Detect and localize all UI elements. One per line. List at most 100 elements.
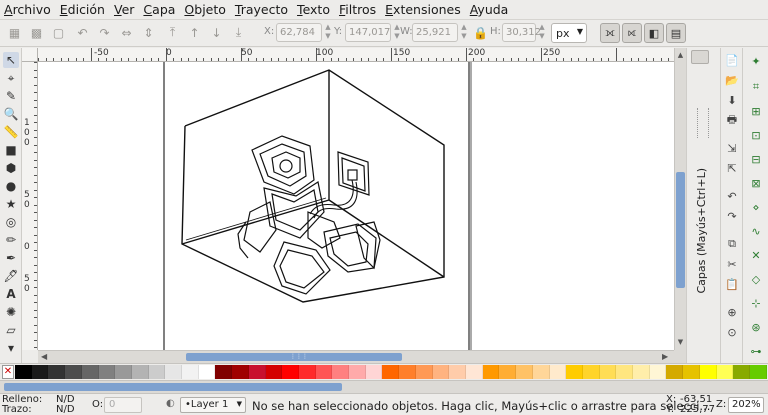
export-icon[interactable]: ⇱ [724, 160, 740, 176]
palette-swatch[interactable] [232, 365, 249, 379]
cut-icon[interactable]: ✂ [724, 256, 740, 272]
palette-swatch[interactable] [699, 365, 717, 379]
zoom-selection-icon[interactable]: ⊕ [724, 304, 740, 320]
pen-tool-icon[interactable]: ✒ [3, 250, 19, 266]
zoom-drawing-icon[interactable]: ⊙ [724, 324, 740, 340]
menu-capa[interactable]: Capa [143, 2, 175, 17]
palette-swatch[interactable] [165, 365, 183, 379]
move-gradients-icon[interactable]: ◧ [644, 23, 664, 43]
snap-centers-icon[interactable]: ⊛ [747, 318, 765, 336]
snap-toggle-icon[interactable]: ✦ [747, 52, 765, 70]
vertical-ruler[interactable]: 1 0 0 5 0 0 5 0 [22, 62, 38, 350]
palette-swatch[interactable] [215, 365, 233, 379]
measure-tool-icon[interactable]: 📏 [3, 124, 19, 140]
calligraphy-tool-icon[interactable]: 🖋 [3, 268, 19, 284]
3dbox-tool-icon[interactable]: ⬢ [3, 160, 19, 176]
palette-swatch[interactable] [616, 365, 634, 379]
print-icon[interactable]: 🖶 [724, 112, 740, 128]
scroll-down-icon[interactable]: ▼ [676, 338, 685, 346]
drawing-canvas[interactable] [38, 62, 674, 350]
dock-collapse-button[interactable] [691, 50, 709, 64]
vertical-scroll-thumb[interactable] [676, 172, 685, 288]
bucket-tool-icon[interactable]: ▾ [3, 340, 19, 356]
palette-swatch[interactable] [48, 365, 66, 379]
palette-swatch[interactable] [749, 365, 767, 379]
palette-swatch[interactable] [382, 365, 400, 379]
snap-intersections-icon[interactable]: ✕ [747, 246, 765, 264]
zoom-field[interactable]: 202% [728, 397, 764, 413]
palette-swatch[interactable] [649, 365, 667, 379]
move-patterns-icon[interactable]: ▤ [666, 23, 686, 43]
text-tool-icon[interactable]: A [3, 286, 19, 302]
tweak-tool-icon[interactable]: ✎ [3, 88, 19, 104]
snap-nodes-icon[interactable]: ⋄ [747, 198, 765, 216]
palette-scroll-thumb[interactable] [4, 383, 342, 391]
palette-swatch[interactable] [248, 365, 266, 379]
new-document-icon[interactable]: 📄 [724, 52, 740, 68]
palette-swatch[interactable] [566, 365, 583, 379]
palette-swatch[interactable] [365, 365, 383, 379]
palette-swatch[interactable] [633, 365, 650, 379]
undo-icon[interactable]: ↶ [724, 188, 740, 204]
stroke-value[interactable]: N/D [56, 404, 75, 415]
palette-swatch[interactable] [198, 365, 216, 379]
w-field[interactable]: 25,921 [412, 23, 458, 42]
unit-select[interactable]: px ▼ [551, 23, 587, 43]
import-icon[interactable]: ⇲ [724, 140, 740, 156]
rotate-cw-icon[interactable]: ↷ [96, 24, 113, 41]
menu-extensiones[interactable]: Extensiones [385, 2, 461, 17]
scroll-right-icon[interactable]: ▶ [662, 352, 668, 361]
lock-proportion-icon[interactable]: 🔒 [472, 24, 489, 41]
snap-midpoints-icon[interactable]: ⊹ [747, 294, 765, 312]
palette-swatch[interactable] [599, 365, 617, 379]
palette-swatch[interactable] [532, 365, 550, 379]
vertical-scrollbar[interactable]: ▲ ▼ [674, 48, 686, 350]
palette-swatch[interactable] [15, 365, 32, 379]
raise-to-top-icon[interactable]: ⤒ [164, 24, 181, 41]
palette-swatch[interactable] [516, 365, 533, 379]
y-field[interactable]: 147,017 [345, 23, 391, 42]
snap-bbox-icon[interactable]: ⌗ [747, 78, 765, 96]
menu-texto[interactable]: Texto [297, 2, 330, 17]
ellipse-tool-icon[interactable]: ● [3, 178, 19, 194]
palette-swatch[interactable] [282, 365, 299, 379]
palette-swatch[interactable] [115, 365, 132, 379]
lower-to-bottom-icon[interactable]: ⤓ [230, 24, 247, 41]
snap-paths-icon[interactable]: ∿ [747, 222, 765, 240]
h-field[interactable]: 30,312 [502, 23, 541, 42]
pencil-tool-icon[interactable]: ✏ [3, 232, 19, 248]
menu-ver[interactable]: Ver [114, 2, 134, 17]
palette-swatch[interactable] [265, 365, 283, 379]
palette-swatch[interactable] [549, 365, 567, 379]
flip-horizontal-icon[interactable]: ⇔ [118, 24, 135, 41]
star-tool-icon[interactable]: ★ [3, 196, 19, 212]
open-file-icon[interactable]: 📂 [724, 72, 740, 88]
palette-swatch[interactable] [65, 365, 82, 379]
scroll-left-icon[interactable]: ◀ [41, 352, 47, 361]
spray-tool-icon[interactable]: ✺ [3, 304, 19, 320]
snap-bbox-edge-icon[interactable]: ⊞ [747, 102, 765, 120]
palette-swatch[interactable] [482, 365, 500, 379]
save-icon[interactable]: ⬇ [724, 92, 740, 108]
x-field[interactable]: 62,784 [276, 23, 322, 42]
palette-swatch[interactable] [733, 365, 750, 379]
snap-guide-icon[interactable]: ⊶ [747, 342, 765, 360]
deselect-icon[interactable]: ▢ [50, 24, 67, 41]
palette-swatch[interactable] [349, 365, 366, 379]
snap-bbox-midpoint-icon[interactable]: ⊟ [747, 150, 765, 168]
palette-swatch[interactable] [315, 365, 333, 379]
scroll-up-icon[interactable]: ▲ [676, 51, 685, 59]
copy-icon[interactable]: ⧉ [724, 236, 740, 252]
layers-dock-tab[interactable]: Capas (Mayús+Ctrl+L) [695, 168, 708, 294]
palette-swatch[interactable] [582, 365, 600, 379]
zoom-tool-icon[interactable]: 🔍 [3, 106, 19, 122]
palette-swatch[interactable] [499, 365, 517, 379]
palette-swatch[interactable] [716, 365, 734, 379]
palette-swatch[interactable] [31, 365, 49, 379]
menu-filtros[interactable]: Filtros [339, 2, 376, 17]
eraser-tool-icon[interactable]: ▱ [3, 322, 19, 338]
snap-bbox-corner-icon[interactable]: ⊡ [747, 126, 765, 144]
palette-swatch[interactable] [182, 365, 199, 379]
flip-vertical-icon[interactable]: ⇕ [140, 24, 157, 41]
layer-visibility-icon[interactable]: ◐ [166, 398, 175, 409]
